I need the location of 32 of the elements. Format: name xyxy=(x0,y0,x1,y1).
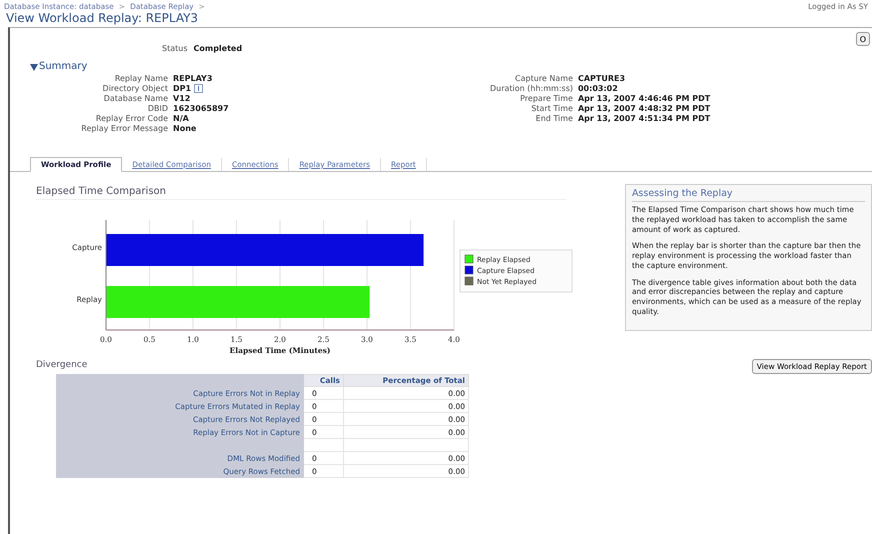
section-title: Divergence xyxy=(36,360,88,372)
info-icon[interactable] xyxy=(194,84,204,93)
field-label: Replay Name xyxy=(114,74,168,83)
field-label: Prepare Time xyxy=(519,94,573,103)
field-value: 00:03:02 xyxy=(578,84,618,93)
field-label: Database Name xyxy=(102,94,168,103)
field-value: V12 xyxy=(173,94,190,103)
status-value: Completed xyxy=(194,44,242,53)
field-label: Start Time xyxy=(530,104,573,113)
field-value: 1623065897 xyxy=(173,104,229,113)
field-value: N/A xyxy=(173,114,189,123)
field-label: Replay Error Message xyxy=(80,124,168,133)
ok-button[interactable]: O xyxy=(856,32,870,46)
status-label: Status xyxy=(162,44,188,53)
field-label: DBID xyxy=(146,104,168,113)
field-value: REPLAY3 xyxy=(173,74,212,83)
section-title: Elapsed Time Comparison xyxy=(36,186,566,200)
field-label: Directory Object xyxy=(102,84,168,93)
field-value: Apr 13, 2007 4:46:46 PM PDT xyxy=(578,94,710,103)
help-title: Assessing the Replay xyxy=(632,188,865,202)
field-label: End Time xyxy=(534,114,573,123)
field-label: Capture Name xyxy=(514,74,573,83)
field-label: Duration (hh:mm:ss) xyxy=(490,84,573,93)
page-title: View Workload Replay: REPLAY3 xyxy=(5,11,200,27)
field-value: Apr 13, 2007 4:48:32 PM PDT xyxy=(578,104,710,113)
field-value: CAPTURE3 xyxy=(578,74,626,83)
field-value: Apr 13, 2007 4:51:34 PM PDT xyxy=(578,114,710,123)
summary-title: Summary xyxy=(39,61,88,72)
field-label: Replay Error Code xyxy=(94,114,168,123)
field-value: DP1 xyxy=(173,84,192,93)
field-value: None xyxy=(173,124,196,133)
triangle-icon xyxy=(30,62,38,70)
